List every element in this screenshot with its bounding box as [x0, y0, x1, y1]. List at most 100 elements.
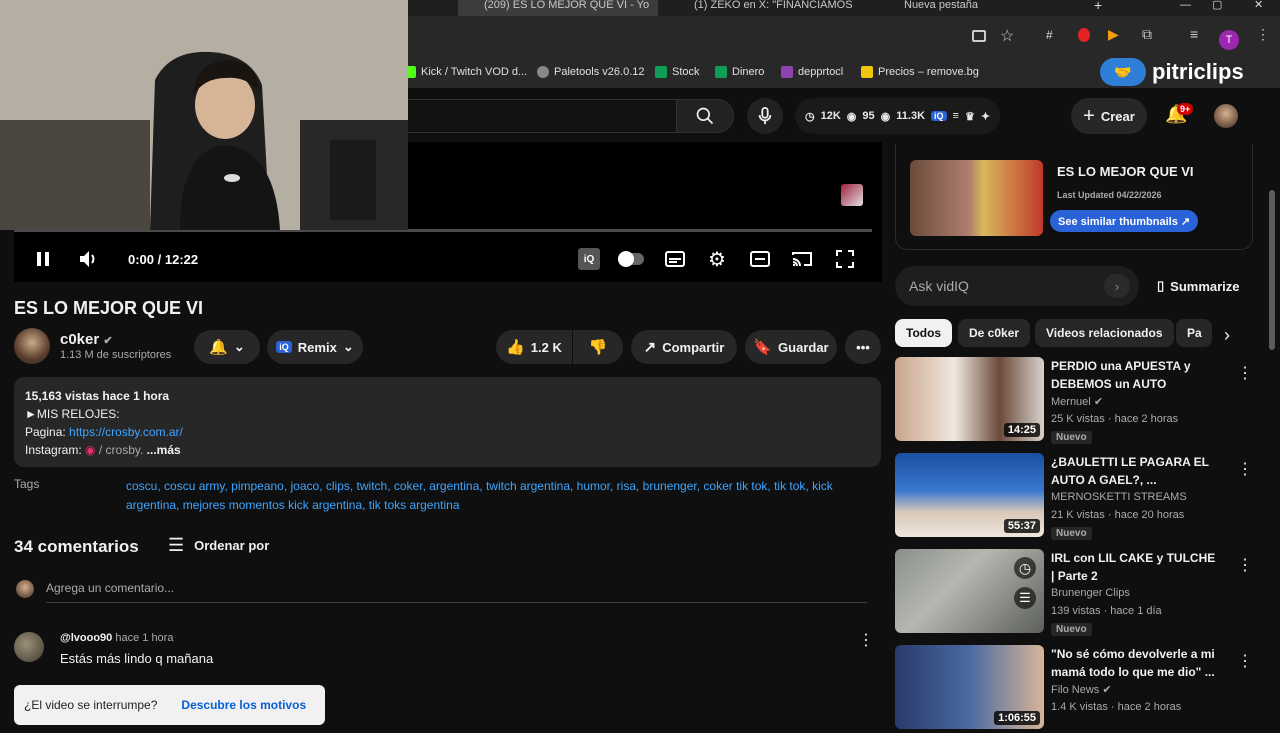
tags-list[interactable]: coscu, coscu army, pimpeano, joaco, clip…: [126, 477, 856, 515]
chevron-right-icon[interactable]: ›: [1224, 325, 1230, 346]
recommendation-channel[interactable]: Filo News ✔: [1051, 683, 1112, 696]
autoplay-toggle[interactable]: [617, 248, 645, 270]
bookmark-stock[interactable]: Stock: [655, 66, 700, 78]
subtitles-button[interactable]: [664, 248, 686, 270]
comment-author-avatar[interactable]: [14, 632, 44, 662]
more-vertical-icon[interactable]: ⋮: [1237, 363, 1253, 383]
more-vertical-icon[interactable]: ⋮: [1237, 555, 1253, 575]
maximize-icon[interactable]: ▢: [1212, 0, 1222, 16]
list-icon[interactable]: ≡: [953, 110, 959, 122]
more-actions-button[interactable]: •••: [845, 330, 881, 364]
search-button[interactable]: [676, 99, 734, 133]
recommendation-title[interactable]: IRL con LIL CAKE y TULCHE | Parte 2: [1051, 549, 1221, 585]
pause-button[interactable]: [32, 248, 54, 270]
recommendation-channel[interactable]: Mernuel ✔: [1051, 395, 1103, 408]
bookmark-dinero[interactable]: Dinero: [715, 66, 764, 78]
minimize-icon[interactable]: —: [1180, 0, 1191, 16]
tab-new[interactable]: Nueva pestaña: [882, 0, 1078, 16]
sidebar-scrollbar[interactable]: [1269, 190, 1275, 350]
cast-button[interactable]: [791, 248, 813, 270]
recommendation-thumbnail[interactable]: 14:25: [895, 357, 1044, 441]
ask-vidiq-input[interactable]: Ask vidIQ ›: [895, 266, 1139, 306]
recommendation-channel[interactable]: Brunenger Clips: [1051, 587, 1130, 599]
recommendation-thumbnail[interactable]: 55:37: [895, 453, 1044, 537]
add-comment-input[interactable]: Agrega un comentario...: [46, 581, 174, 595]
comment-author[interactable]: @lvooo90: [60, 632, 112, 644]
vidiq-card-thumbnail[interactable]: [910, 160, 1043, 236]
sort-icon: ☰: [168, 535, 185, 555]
chevron-right-icon[interactable]: ›: [1104, 274, 1130, 298]
more-vertical-icon[interactable]: ⋮: [1237, 651, 1253, 671]
trophy-icon[interactable]: ♛: [965, 110, 975, 123]
toast-link[interactable]: Descubre los motivos: [181, 698, 306, 712]
recommendation-title[interactable]: PERDIO una APUESTA y DEBEMOS un AUTO: [1051, 357, 1221, 393]
bookmark-removebg[interactable]: Precios – remove.bg: [861, 66, 979, 78]
settings-gear-icon[interactable]: ⚙: [706, 248, 728, 271]
comment-count: 34 comentarios: [14, 537, 139, 556]
bookmark-depprtocl[interactable]: depprtocl: [781, 66, 843, 78]
sort-comments-button[interactable]: ☰ Ordenar por: [168, 535, 269, 556]
chip-related[interactable]: Videos relacionados: [1035, 319, 1174, 347]
like-button[interactable]: 👍 1.2 K: [496, 330, 572, 364]
comment-menu-icon[interactable]: ⋮: [858, 630, 874, 650]
channel-name[interactable]: c0ker ✔: [60, 331, 113, 348]
account-avatar[interactable]: [1214, 104, 1238, 128]
sparkle-icon[interactable]: ✦: [981, 110, 990, 123]
recommendation-item[interactable]: 55:37 ¿BAULETTI LE PAGARA EL AUTO A GAEL…: [895, 453, 1265, 541]
extensions-puzzle-icon[interactable]: ⧉: [1142, 26, 1152, 43]
vidiq-card-title: ES LO MEJOR QUE VI: [1057, 164, 1194, 179]
chip-all[interactable]: Todos: [895, 319, 953, 347]
summarize-button[interactable]: ▯ Summarize: [1157, 278, 1240, 294]
recommendation-thumbnail[interactable]: 1:06:55: [895, 645, 1044, 729]
tab-youtube[interactable]: (209) ES LO MEJOR QUE VI - Yo: [458, 0, 658, 16]
recommendation-item[interactable]: ◷ ☰ IRL con LIL CAKE y TULCHE | Parte 2 …: [895, 549, 1265, 637]
subscription-bell-button[interactable]: 🔔 ⌄: [194, 330, 260, 364]
theater-mode-button[interactable]: [749, 248, 771, 270]
chip-partial[interactable]: Pa: [1176, 319, 1212, 347]
tab-x[interactable]: (1) ZEKO en X: "FINANCIAMOS: [666, 0, 862, 16]
bookmark-paletools[interactable]: Paletools v26.0.12: [537, 66, 645, 78]
channel-avatar[interactable]: [14, 328, 50, 364]
extension-hash-icon[interactable]: #: [1046, 28, 1053, 42]
close-icon[interactable]: ✕: [1254, 0, 1263, 16]
voice-search-button[interactable]: [747, 98, 783, 134]
reading-list-icon[interactable]: ≡: [1190, 26, 1198, 42]
recommendation-thumbnail[interactable]: ◷ ☰: [895, 549, 1044, 633]
save-button[interactable]: 🔖 Guardar: [745, 330, 837, 364]
instagram-handle[interactable]: / crosby.: [96, 443, 143, 457]
browser-menu-icon[interactable]: ⋮: [1256, 26, 1270, 43]
description-box[interactable]: 15,163 vistas hace 1 hora ►MIS RELOJES: …: [14, 377, 881, 467]
remix-button[interactable]: iQ Remix ⌄: [267, 330, 363, 364]
share-button[interactable]: ↗ Compartir: [631, 330, 737, 364]
more-vertical-icon[interactable]: ⋮: [1237, 459, 1253, 479]
watch-later-icon[interactable]: ◷: [1014, 557, 1036, 579]
extension-play-icon[interactable]: ▶: [1108, 26, 1119, 43]
tags-label: Tags: [14, 477, 40, 491]
show-more-link[interactable]: ...más: [147, 443, 181, 457]
extension-red-icon[interactable]: [1078, 28, 1090, 42]
dislike-button[interactable]: 👎: [573, 330, 623, 364]
vidiq-icon[interactable]: iQ: [931, 111, 947, 121]
new-tab-button[interactable]: +: [1094, 0, 1102, 16]
duration-badge: 1:06:55: [994, 711, 1040, 725]
channel-watermark-icon[interactable]: [841, 184, 863, 206]
bookmark-kick[interactable]: Kick / Twitch VOD d...: [404, 66, 527, 78]
add-to-queue-icon[interactable]: ☰: [1014, 587, 1036, 609]
recommendation-channel[interactable]: MERNOSKETTI STREAMS: [1051, 491, 1187, 503]
vidiq-player-button[interactable]: iQ: [578, 248, 600, 270]
chevron-down-icon: ⌄: [233, 339, 245, 354]
eye-icon: ◉: [846, 110, 857, 123]
create-button[interactable]: + Crear: [1071, 98, 1147, 134]
description-link[interactable]: https://crosby.com.ar/: [69, 425, 183, 439]
similar-thumbnails-button[interactable]: See similar thumbnails ↗: [1050, 210, 1199, 232]
volume-button[interactable]: [78, 248, 100, 270]
profile-avatar[interactable]: T: [1219, 30, 1239, 50]
recommendation-title[interactable]: "No sé cómo devolverle a mi mamá todo lo…: [1051, 645, 1221, 681]
recommendation-title[interactable]: ¿BAULETTI LE PAGARA EL AUTO A GAEL?, ...: [1051, 453, 1221, 489]
install-app-icon[interactable]: [972, 30, 986, 42]
recommendation-item[interactable]: 14:25 PERDIO una APUESTA y DEBEMOS un AU…: [895, 357, 1265, 445]
fullscreen-button[interactable]: [834, 248, 856, 270]
duration-badge: 55:37: [1003, 519, 1040, 533]
bookmark-star-icon[interactable]: ☆: [1000, 26, 1014, 46]
chip-from-channel[interactable]: De c0ker: [958, 319, 1031, 347]
